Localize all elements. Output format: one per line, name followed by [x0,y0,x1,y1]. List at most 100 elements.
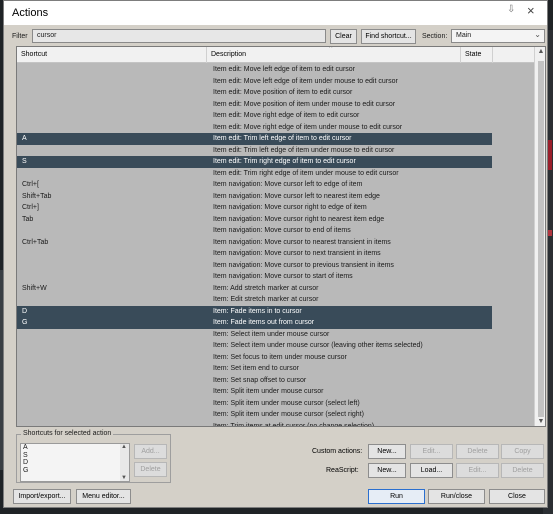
table-row[interactable]: Item edit: Trim right edge of item under… [17,168,492,180]
clear-button[interactable]: Clear [330,29,357,44]
section-label: Section: [422,33,448,40]
chevron-down-icon: ⌄ [534,30,541,39]
column-header-shortcut[interactable]: Shortcut [17,47,207,63]
table-row[interactable]: Shift+W Item: Add stretch marker at curso… [17,283,492,295]
table-row[interactable]: Shift+Tab Item navigation: Move cursor le… [17,191,492,203]
description-cell: Item navigation: Move cursor right to ne… [213,215,385,223]
description-cell: Item edit: Trim right edge of item under… [213,169,399,177]
table-row[interactable]: Ctrl+] Item navigation: Move cursor right… [17,202,492,214]
description-cell: Item: Fade items in to cursor [213,307,302,315]
reascript-new-button[interactable]: New... [368,463,406,478]
shortcut-list-scrollbar[interactable]: ▲ ▼ [120,444,129,481]
filter-input[interactable]: cursor [32,29,326,43]
close-button[interactable]: Close [489,489,545,504]
list-item[interactable]: G [21,467,129,475]
reascript-label: ReaScript: [326,467,359,474]
table-row[interactable]: Item edit: Move right edge of item under… [17,122,492,134]
custom-copy-button[interactable]: Copy [501,444,544,459]
table-row[interactable]: Tab Item navigation: Move cursor right to… [17,214,492,226]
table-row[interactable]: Item navigation: Move cursor to previous… [17,260,492,272]
shortcut-cell: Tab [22,215,34,223]
description-cell: Item edit: Trim right edge of item to ed… [213,158,356,165]
shortcut-cell: Ctrl+] [22,204,39,211]
description-cell: Item: Split item under mouse cursor (sel… [213,411,364,418]
reascript-delete-button[interactable]: Delete [501,463,544,478]
scroll-down-icon[interactable]: ▼ [535,418,545,425]
column-header-state[interactable]: State [461,47,493,63]
scroll-up-icon[interactable]: ▲ [535,48,545,55]
table-row[interactable]: Item edit: Move position of item under m… [17,99,492,111]
custom-delete-button[interactable]: Delete [456,444,499,459]
filter-label: Filter [12,33,28,40]
list-header: Shortcut Description State ^ [17,47,534,63]
description-cell: Item: Select item under mouse cursor (le… [213,342,423,349]
table-row[interactable]: Item: Set focus to item under mouse curs… [17,352,492,364]
title-bar: Actions ⇩ × [4,1,547,25]
table-row[interactable]: Ctrl+Tab Item navigation: Move cursor to … [17,237,492,249]
description-cell: Item navigation: Move cursor left to edg… [213,181,363,188]
table-row[interactable]: Item edit: Move position of item to edit… [17,87,492,99]
table-row[interactable]: Item edit: Move left edge of item to edi… [17,64,492,76]
table-row[interactable]: Ctrl+[ Item navigation: Move cursor left … [17,179,492,191]
run-button[interactable]: Run [368,489,425,504]
description-cell: Item: Trim items at edit cursor (no chan… [213,422,375,427]
custom-edit-button[interactable]: Edit... [410,444,453,459]
shortcut-list[interactable]: ASDG ▲ ▼ [20,443,130,482]
table-row[interactable]: Item: Split item under mouse cursor (sel… [17,398,492,410]
custom-actions-label: Custom actions: [312,448,363,455]
table-row[interactable]: G Item: Fade items out from cursor [17,317,492,329]
run-close-button[interactable]: Run/close [428,489,485,504]
column-header-description[interactable]: Description [207,47,461,63]
add-shortcut-button[interactable]: Add... [134,444,167,459]
table-row[interactable]: Item navigation: Move cursor to start of… [17,271,492,283]
table-row[interactable]: Item: Set item end to cursor [17,363,492,375]
section-select[interactable]: Main ⌄ [451,29,545,43]
description-cell: Item navigation: Move cursor right to ed… [213,204,367,211]
list-scrollbar[interactable]: ▲ ▼ [534,47,545,426]
description-cell: Item edit: Move position of item to edit… [213,89,353,96]
find-shortcut-button[interactable]: Find shortcut... [361,29,416,44]
reascript-load-button[interactable]: Load... [410,463,453,478]
table-row[interactable]: S Item edit: Trim right edge of item to e… [17,156,492,168]
delete-shortcut-button[interactable]: Delete [134,462,167,477]
table-row[interactable]: Item navigation: Move cursor to next tra… [17,248,492,260]
table-row[interactable]: Item: Split item under mouse cursor [17,386,492,398]
table-row[interactable]: D Item: Fade items in to cursor [17,305,492,317]
table-row[interactable]: Item navigation: Move cursor to end of i… [17,225,492,237]
table-row[interactable]: Item: Select item under mouse cursor (le… [17,340,492,352]
scroll-down-icon[interactable]: ▼ [121,475,127,481]
description-cell: Item: Add stretch marker at cursor [213,284,319,292]
description-cell: Item navigation: Move cursor to previous… [213,261,394,269]
table-row[interactable]: Item: Set snap offset to cursor [17,375,492,387]
list-item[interactable]: D [21,459,129,467]
list-item[interactable]: A [21,444,129,452]
description-cell: Item: Split item under mouse cursor [213,388,324,395]
close-icon[interactable]: × [527,4,535,18]
shortcut-cell: Ctrl+[ [22,181,39,188]
description-cell: Item edit: Trim left edge of item under … [213,146,395,154]
custom-new-button[interactable]: New... [368,444,406,459]
section-value: Main [456,32,472,39]
description-cell: Item navigation: Move cursor to nearest … [213,238,391,246]
reascript-edit-button[interactable]: Edit... [456,463,499,478]
description-cell: Item edit: Trim left edge of item to edi… [213,135,352,142]
description-cell: Item: Set item end to cursor [213,365,299,372]
description-cell: Item navigation: Move cursor left to nea… [213,192,380,200]
table-row[interactable]: Item: Trim items at edit cursor (no chan… [17,421,492,427]
scroll-up-icon[interactable]: ▲ [121,444,127,450]
import-export-button[interactable]: Import/export... [13,489,71,504]
pin-icon[interactable]: ⇩ [507,4,515,15]
menu-editor-button[interactable]: Menu editor... [76,489,131,504]
table-row[interactable]: Item: Edit stretch marker at cursor [17,294,492,306]
table-row[interactable]: A Item edit: Trim left edge of item to ed… [17,133,492,145]
scrollbar-thumb[interactable] [538,61,544,417]
description-cell: Item: Set snap offset to cursor [213,376,307,384]
table-row[interactable]: Item edit: Move left edge of item under … [17,76,492,88]
table-row[interactable]: Item: Split item under mouse cursor (sel… [17,409,492,421]
table-row[interactable]: Item edit: Trim left edge of item under … [17,145,492,157]
list-item[interactable]: S [21,452,129,460]
table-row[interactable]: Item edit: Move right edge of item to ed… [17,110,492,122]
actions-list[interactable]: Shortcut Description State ^ Item edit: … [16,46,546,427]
table-row[interactable]: Item: Select item under mouse cursor [17,329,492,341]
shortcut-cell: S [22,158,27,165]
